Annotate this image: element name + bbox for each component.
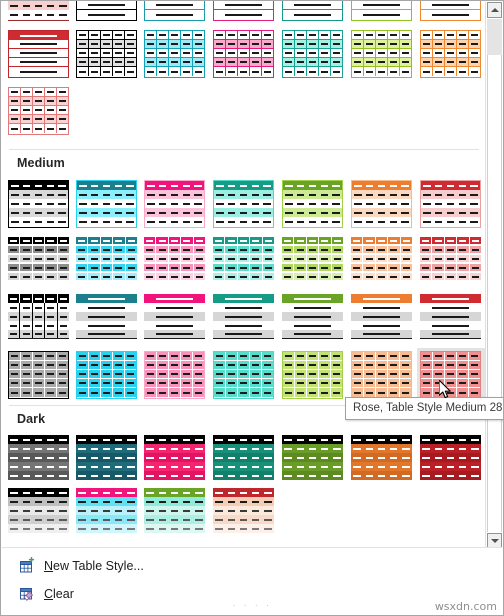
clear-label: Clear	[44, 586, 74, 601]
table-style-thumbnail[interactable]	[348, 177, 416, 233]
new-table-style-command[interactable]: New Table Style...	[10, 553, 480, 578]
table-style-thumbnail[interactable]	[5, 1, 73, 26]
mouse-cursor-icon	[438, 379, 453, 405]
new-table-style-icon	[18, 556, 35, 574]
table-style-thumbnail[interactable]	[5, 27, 73, 83]
table-style-thumbnail[interactable]	[73, 291, 141, 347]
table-style-thumbnail[interactable]	[417, 1, 485, 26]
table-style-thumbnail[interactable]	[73, 234, 141, 290]
table-style-thumbnail[interactable]	[141, 234, 209, 290]
table-styles-gallery-popup: Medium Dark Rose, Table Style Medium 28	[0, 0, 504, 616]
table-style-thumbnail[interactable]	[348, 291, 416, 347]
section-title-medium: Medium	[17, 156, 65, 170]
table-style-thumbnail[interactable]	[73, 485, 141, 541]
scrollbar-track[interactable]	[487, 19, 502, 532]
table-style-thumbnail[interactable]	[417, 432, 485, 488]
table-style-thumbnail[interactable]	[348, 234, 416, 290]
tooltip-text: Rose, Table Style Medium 28	[353, 402, 503, 414]
new-table-style-label: New Table Style...	[44, 558, 144, 573]
section-title-dark: Dark	[17, 412, 46, 426]
table-style-thumbnail[interactable]	[5, 348, 73, 404]
scroll-down-arrow-icon	[490, 539, 499, 543]
table-style-thumbnail[interactable]	[279, 432, 347, 488]
table-style-thumbnail[interactable]	[73, 177, 141, 233]
table-style-thumbnail[interactable]	[348, 27, 416, 83]
table-style-thumbnail[interactable]	[5, 177, 73, 233]
table-style-thumbnail[interactable]	[210, 177, 278, 233]
scroll-up-button[interactable]	[487, 2, 502, 18]
watermark: wsxdn.com	[434, 600, 497, 613]
table-style-thumbnail[interactable]	[210, 348, 278, 404]
table-style-thumbnail[interactable]	[210, 432, 278, 488]
table-style-thumbnail[interactable]	[141, 177, 209, 233]
table-style-thumbnail[interactable]	[141, 27, 209, 83]
gallery-scrollbar[interactable]	[485, 2, 502, 550]
table-style-thumbnail[interactable]	[5, 485, 73, 541]
resize-grip[interactable]: · · · ·	[2, 600, 502, 611]
table-style-thumbnail[interactable]	[141, 291, 209, 347]
table-style-thumbnail[interactable]	[141, 432, 209, 488]
table-style-thumbnail[interactable]	[5, 432, 73, 488]
scroll-up-arrow-icon	[490, 8, 499, 12]
table-style-thumbnail[interactable]	[210, 234, 278, 290]
style-tooltip: Rose, Table Style Medium 28	[345, 397, 503, 420]
table-style-thumbnail[interactable]	[417, 234, 485, 290]
gallery-scroll-area[interactable]: Medium Dark	[1, 1, 487, 587]
gallery-footer: New Table Style... Clear · · · ·	[2, 547, 502, 614]
table-style-thumbnail[interactable]	[279, 1, 347, 26]
table-style-thumbnail[interactable]	[73, 432, 141, 488]
table-style-thumbnail[interactable]	[73, 27, 141, 83]
table-style-thumbnail[interactable]	[417, 291, 485, 347]
table-style-thumbnail[interactable]	[279, 348, 347, 404]
table-style-thumbnail[interactable]	[279, 27, 347, 83]
table-style-thumbnail[interactable]	[141, 348, 209, 404]
table-style-thumbnail[interactable]	[348, 348, 416, 404]
table-style-thumbnail[interactable]	[141, 485, 209, 541]
table-style-thumbnail[interactable]	[210, 485, 278, 541]
table-style-thumbnail[interactable]	[73, 348, 141, 404]
table-style-thumbnail[interactable]	[73, 1, 141, 26]
table-style-thumbnail[interactable]	[417, 177, 485, 233]
table-style-thumbnail[interactable]	[210, 291, 278, 347]
table-style-thumbnail[interactable]	[279, 177, 347, 233]
section-divider	[9, 149, 479, 150]
table-style-thumbnail[interactable]	[5, 234, 73, 290]
table-style-thumbnail[interactable]	[210, 1, 278, 26]
table-style-thumbnail[interactable]	[348, 432, 416, 488]
table-style-thumbnail[interactable]	[279, 234, 347, 290]
table-style-thumbnail[interactable]	[141, 1, 209, 26]
table-style-thumbnail[interactable]	[417, 27, 485, 83]
table-style-thumbnail[interactable]	[348, 1, 416, 26]
scrollbar-thumb[interactable]	[487, 19, 502, 55]
table-style-thumbnail[interactable]	[5, 84, 73, 140]
table-style-thumbnail[interactable]	[279, 291, 347, 347]
table-style-thumbnail[interactable]	[210, 27, 278, 83]
table-style-thumbnail[interactable]	[5, 291, 73, 347]
